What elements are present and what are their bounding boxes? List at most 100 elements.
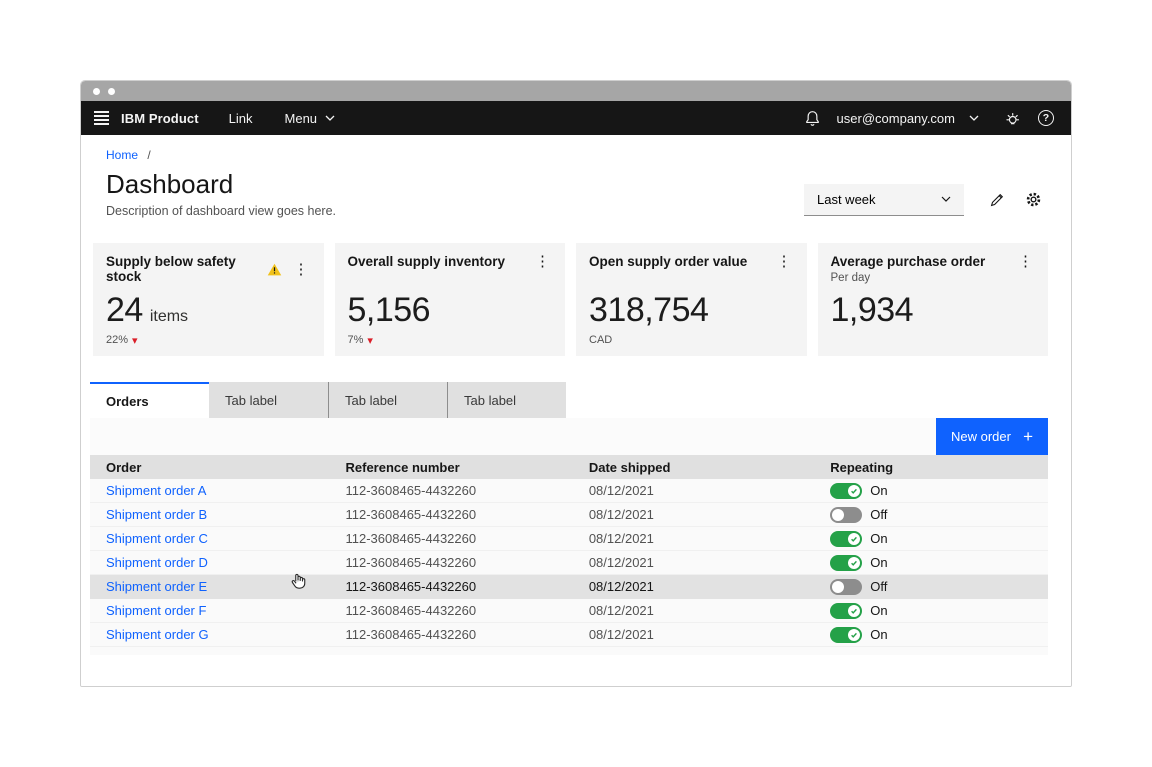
repeating-toggle[interactable] [830, 482, 863, 499]
help-button[interactable]: ? [1029, 101, 1063, 135]
tab-label: Tab label [464, 392, 517, 408]
settings-icon [1026, 192, 1040, 207]
window-dot[interactable] [108, 87, 115, 95]
check-icon [851, 632, 858, 638]
overflow-menu-button[interactable]: ⋮ [775, 254, 794, 269]
order-link[interactable]: Shipment order E [106, 579, 207, 594]
check-icon [851, 488, 858, 494]
hamburger-menu-button[interactable] [81, 101, 121, 135]
reference-cell: 112-3608465-4432260 [345, 531, 477, 546]
date-shipped-cell: 08/12/2021 [588, 627, 654, 642]
toggle-knob [848, 532, 861, 545]
card-title: Overall supply inventory [347, 254, 506, 269]
card-value: 5,156 [347, 291, 431, 329]
repeating-cell: On [814, 626, 1048, 643]
toggle-knob [848, 484, 861, 497]
account-menu[interactable]: user@company.com [837, 111, 979, 126]
tab[interactable]: Tab label [447, 382, 566, 418]
orders-table: Order Reference number Date shipped Repe… [90, 455, 1048, 655]
repeating-toggle[interactable] [830, 554, 863, 571]
table-row[interactable]: Shipment order E 112-3608465-4432260 08/… [90, 575, 1048, 599]
tab-label: Tab label [225, 392, 278, 408]
breadcrumb: Home / [106, 148, 336, 162]
card-delta: 7% [347, 334, 364, 346]
breadcrumb-home-link[interactable]: Home [106, 148, 138, 162]
edit-button[interactable] [982, 185, 1012, 215]
notifications-button[interactable] [797, 101, 829, 135]
kpi-card-overall-supply-inventory: Overall supply inventory ⋮ 5,156 7% [334, 243, 565, 356]
order-link[interactable]: Shipment order F [106, 603, 206, 618]
toggle-state-label: On [870, 627, 888, 642]
repeating-toggle[interactable] [830, 506, 863, 523]
nav-link[interactable]: Link [229, 111, 253, 126]
overflow-menu-button[interactable]: ⋮ [533, 254, 552, 269]
kpi-card-average-purchase-order: Average purchase order ⋮ Per day 1,934 [817, 243, 1048, 356]
table-row[interactable]: Shipment order A 112-3608465-4432260 08/… [90, 479, 1048, 503]
repeating-cell: On [814, 482, 1048, 499]
overflow-menu-button[interactable]: ⋮ [1016, 254, 1035, 269]
header-controls: Last week [804, 181, 1048, 218]
order-link[interactable]: Shipment order C [106, 531, 208, 546]
card-subtitle: Per day [830, 272, 871, 284]
order-link[interactable]: Shipment order A [106, 483, 206, 498]
table-row[interactable]: Shipment order D 112-3608465-4432260 08/… [90, 551, 1048, 575]
edit-icon [990, 193, 1004, 206]
table-body: Shipment order A 112-3608465-4432260 08/… [90, 479, 1048, 647]
tab[interactable]: Orders [90, 382, 209, 418]
new-order-button[interactable]: New order + [936, 418, 1048, 455]
repeating-toggle[interactable] [830, 578, 863, 595]
new-order-label: New order [951, 429, 1011, 444]
time-range-dropdown[interactable]: Last week [804, 183, 964, 216]
tab[interactable]: Tab label [328, 382, 447, 418]
card-value: 24 [106, 291, 143, 329]
card-footnote: CAD [589, 334, 613, 346]
toggle-knob [832, 508, 845, 521]
column-header-order: Order [106, 459, 142, 475]
table-row[interactable]: Shipment order B 112-3608465-4432260 08/… [90, 503, 1048, 527]
plus-icon: + [1023, 427, 1033, 446]
window-titlebar [81, 81, 1071, 101]
help-icon: ? [1038, 110, 1054, 126]
breadcrumb-separator: / [147, 148, 151, 162]
nav-menu[interactable]: Menu [285, 111, 336, 126]
reference-cell: 112-3608465-4432260 [345, 483, 477, 498]
order-link[interactable]: Shipment order D [106, 555, 208, 570]
order-link[interactable]: Shipment order B [106, 507, 207, 522]
card-title: Average purchase order [830, 254, 986, 269]
table-row[interactable]: Shipment order G 112-3608465-4432260 08/… [90, 623, 1048, 647]
column-header-date-shipped: Date shipped [588, 459, 671, 475]
toggle-state-label: On [870, 555, 888, 570]
settings-button[interactable] [1018, 185, 1048, 215]
table-row[interactable]: Shipment order C 112-3608465-4432260 08/… [90, 527, 1048, 551]
kpi-cards: Supply below safety stock ⋮ 24 items 22%… [93, 243, 1048, 356]
check-icon [851, 536, 858, 542]
page-header: Home / Dashboard Description of dashboar… [81, 135, 1071, 218]
app-header: IBM Product Link Menu user@company.com ? [81, 101, 1071, 135]
trend-down-icon [132, 334, 138, 347]
toggle-knob [848, 628, 861, 641]
kpi-card-open-supply-order-value: Open supply order value ⋮ 318,754 CAD [576, 243, 807, 356]
repeating-toggle[interactable] [830, 530, 863, 547]
repeating-cell: On [814, 554, 1048, 571]
repeating-toggle[interactable] [830, 626, 863, 643]
repeating-toggle[interactable] [830, 602, 863, 619]
toggle-state-label: On [870, 531, 888, 546]
order-link[interactable]: Shipment order G [106, 627, 209, 642]
date-shipped-cell: 08/12/2021 [588, 507, 654, 522]
reference-cell: 112-3608465-4432260 [345, 579, 477, 594]
toggle-state-label: On [870, 483, 888, 498]
table-footer-spacer [90, 647, 1048, 655]
toggle-state-label: Off [870, 507, 888, 522]
bell-icon [806, 110, 819, 126]
theme-light-button[interactable] [995, 101, 1029, 135]
reference-cell: 112-3608465-4432260 [345, 627, 477, 642]
hamburger-icon [93, 111, 109, 125]
account-email: user@company.com [836, 110, 955, 126]
table-header-row: Order Reference number Date shipped Repe… [90, 455, 1048, 479]
table-toolbar: New order + [90, 418, 1048, 455]
repeating-cell: Off [814, 578, 1048, 595]
overflow-menu-button[interactable]: ⋮ [292, 262, 311, 277]
table-row[interactable]: Shipment order F 112-3608465-4432260 08/… [90, 599, 1048, 623]
window-dot[interactable] [93, 87, 100, 95]
tab[interactable]: Tab label [209, 382, 328, 418]
